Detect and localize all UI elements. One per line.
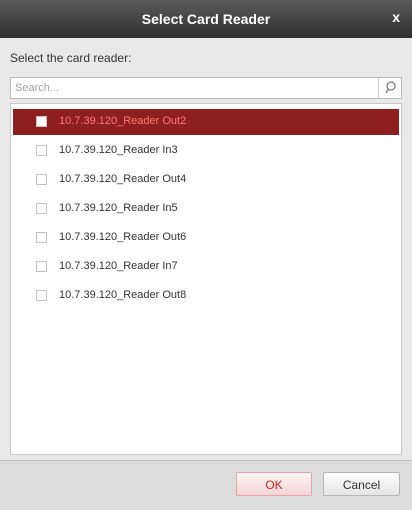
reader-label: 10.7.39.120_Reader In7 (59, 260, 178, 272)
reader-label: 10.7.39.120_Reader In5 (59, 202, 178, 214)
reader-checkbox[interactable] (36, 203, 47, 214)
reader-checkbox[interactable] (36, 174, 47, 185)
reader-checkbox[interactable] (36, 290, 47, 301)
reader-label: 10.7.39.120_Reader Out8 (59, 289, 187, 301)
select-prompt-label: Select the card reader: (10, 51, 132, 65)
list-item-reader-out8[interactable]: 10.7.39.120_Reader Out8 (13, 283, 399, 309)
reader-label: 10.7.39.120_Reader Out2 (59, 115, 187, 127)
search-input[interactable] (15, 80, 375, 96)
reader-label: 10.7.39.120_Reader Out4 (59, 173, 187, 185)
reader-checkbox[interactable] (36, 145, 47, 156)
ok-button[interactable]: OK (236, 472, 312, 496)
list-item-reader-in7[interactable]: 10.7.39.120_Reader In7 (13, 254, 399, 280)
list-item-reader-out6[interactable]: 10.7.39.120_Reader Out6 (13, 225, 399, 251)
search-icon[interactable] (378, 78, 401, 98)
reader-label: 10.7.39.120_Reader In3 (59, 144, 178, 156)
select-card-reader-dialog: Select Card Reader x Select the card rea… (0, 0, 412, 510)
list-item-reader-out2[interactable]: 10.7.39.120_Reader Out2 (13, 109, 399, 135)
list-item-reader-in5[interactable]: 10.7.39.120_Reader In5 (13, 196, 399, 222)
reader-checkbox[interactable] (36, 116, 47, 127)
reader-checkbox[interactable] (36, 232, 47, 243)
card-reader-list: 10.7.39.120_Reader Out2 10.7.39.120_Read… (10, 103, 402, 455)
close-icon[interactable]: x (392, 9, 400, 25)
list-item-reader-out4[interactable]: 10.7.39.120_Reader Out4 (13, 167, 399, 193)
dialog-titlebar: Select Card Reader x (0, 0, 412, 38)
list-item-reader-in3[interactable]: 10.7.39.120_Reader In3 (13, 138, 399, 164)
reader-checkbox[interactable] (36, 261, 47, 272)
dialog-title: Select Card Reader (141, 11, 271, 27)
reader-label: 10.7.39.120_Reader Out6 (59, 231, 187, 243)
search-box (10, 77, 402, 99)
cancel-button[interactable]: Cancel (323, 472, 400, 496)
